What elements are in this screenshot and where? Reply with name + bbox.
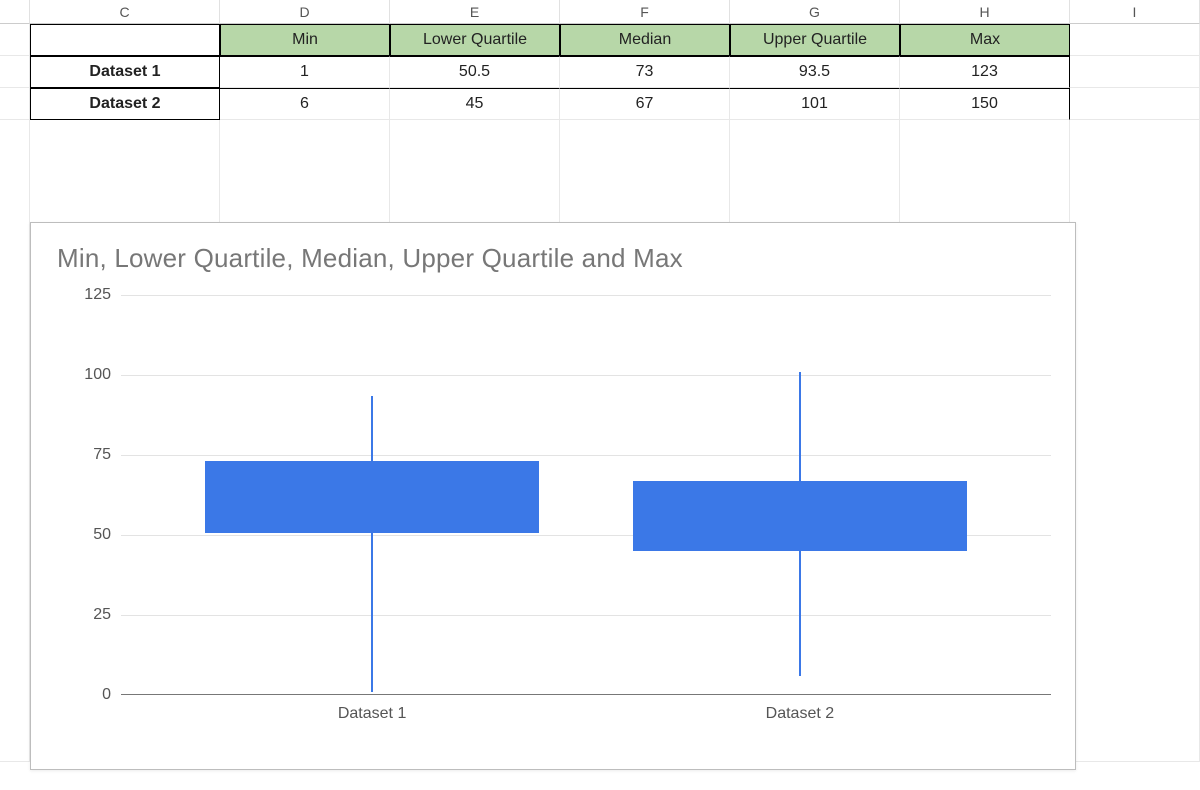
- cell-d2-med[interactable]: 67: [560, 88, 730, 120]
- y-tick-25: 25: [93, 606, 111, 624]
- col-header-H[interactable]: H: [900, 0, 1070, 24]
- gridline: [121, 295, 1051, 296]
- cell-d1-min[interactable]: 1: [220, 56, 390, 88]
- cell-d1-med[interactable]: 73: [560, 56, 730, 88]
- col-header-F[interactable]: F: [560, 0, 730, 24]
- y-tick-75: 75: [93, 446, 111, 464]
- header-max[interactable]: Max: [900, 24, 1070, 56]
- gridline: [121, 375, 1051, 376]
- table-header-row: Min Lower Quartile Median Upper Quartile…: [0, 24, 1200, 56]
- x-label-1: Dataset 1: [338, 705, 406, 723]
- y-tick-100: 100: [84, 366, 111, 384]
- y-tick-0: 0: [102, 686, 111, 704]
- cell-d2-min[interactable]: 6: [220, 88, 390, 120]
- col-header-E[interactable]: E: [390, 0, 560, 24]
- cell-empty[interactable]: [1070, 88, 1200, 120]
- cell-d2-max[interactable]: 150: [900, 88, 1070, 120]
- row-label-2[interactable]: Dataset 2: [30, 88, 220, 120]
- cell-d1-q1[interactable]: 50.5: [390, 56, 560, 88]
- spreadsheet: C D E F G H I Min Lower Quartile Median …: [0, 0, 1200, 760]
- cell-blank[interactable]: [30, 24, 220, 56]
- x-axis: [121, 694, 1051, 695]
- cell-d2-q1[interactable]: 45: [390, 88, 560, 120]
- corner-cell: [0, 0, 30, 24]
- chart-title: Min, Lower Quartile, Median, Upper Quart…: [57, 243, 683, 274]
- table-row: Dataset 1 1 50.5 73 93.5 123: [0, 56, 1200, 88]
- row-gutter: [0, 88, 30, 120]
- cell-empty[interactable]: [1070, 24, 1200, 56]
- y-tick-125: 125: [84, 286, 111, 304]
- col-header-D[interactable]: D: [220, 0, 390, 24]
- grid: Min Lower Quartile Median Upper Quartile…: [0, 24, 1200, 760]
- cell-d1-q3[interactable]: 93.5: [730, 56, 900, 88]
- cell-d1-max[interactable]: 123: [900, 56, 1070, 88]
- chart-object[interactable]: Min, Lower Quartile, Median, Upper Quart…: [30, 222, 1076, 770]
- plot-area: [121, 295, 1051, 695]
- col-header-I[interactable]: I: [1070, 0, 1200, 24]
- col-header-C[interactable]: C: [30, 0, 220, 24]
- x-label-2: Dataset 2: [766, 705, 834, 723]
- col-header-G[interactable]: G: [730, 0, 900, 24]
- cell-d2-q3[interactable]: 101: [730, 88, 900, 120]
- gridline: [121, 615, 1051, 616]
- row-gutter: [0, 24, 30, 56]
- header-min[interactable]: Min: [220, 24, 390, 56]
- header-median[interactable]: Median: [560, 24, 730, 56]
- box-dataset-2: [633, 481, 968, 551]
- box-dataset-1: [205, 461, 540, 533]
- row-gutter: [0, 56, 30, 88]
- column-header-row: C D E F G H I: [0, 0, 1200, 24]
- whisker-dataset-1: [371, 396, 373, 692]
- y-axis: 125 100 75 50 25 0: [71, 295, 117, 695]
- row-label-1[interactable]: Dataset 1: [30, 56, 220, 88]
- table-row: Dataset 2 6 45 67 101 150: [0, 88, 1200, 120]
- gridline: [121, 455, 1051, 456]
- cell-empty[interactable]: [1070, 56, 1200, 88]
- header-q3[interactable]: Upper Quartile: [730, 24, 900, 56]
- y-tick-50: 50: [93, 526, 111, 544]
- header-q1[interactable]: Lower Quartile: [390, 24, 560, 56]
